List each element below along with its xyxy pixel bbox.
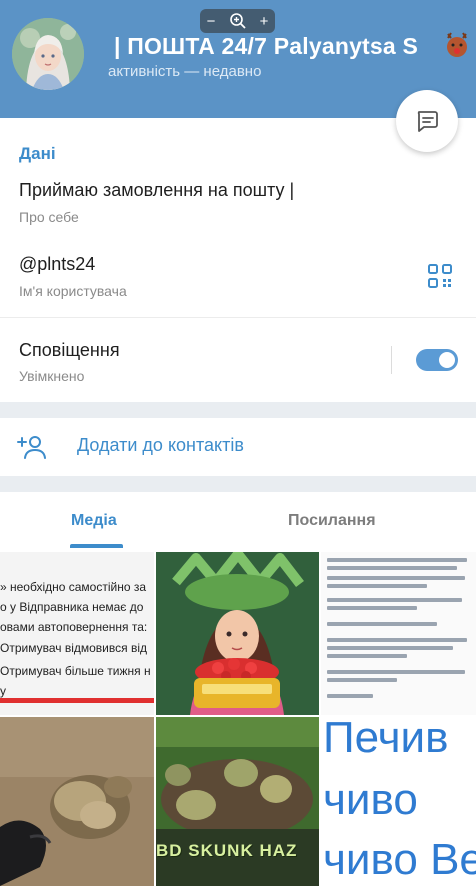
- add-contact-row[interactable]: Додати до контактів: [0, 418, 476, 476]
- document-text-line: [327, 606, 417, 610]
- section-title: Дані: [19, 144, 56, 163]
- zoom-in-button[interactable]: +: [260, 13, 269, 30]
- thumbnail-red-bar: [0, 698, 154, 703]
- document-text-line: [327, 598, 462, 602]
- illustration-image: [156, 552, 319, 715]
- toggle-separator: [391, 346, 392, 374]
- document-text-line: [327, 654, 407, 658]
- reindeer-emoji-icon: [447, 32, 467, 57]
- username-label: Ім'я користувача: [19, 283, 127, 299]
- zoom-icon[interactable]: [229, 12, 247, 30]
- message-button[interactable]: [396, 90, 458, 152]
- zoom-out-button[interactable]: −: [207, 13, 216, 30]
- info-section: Дані Приймаю замовлення на пошту | Про с…: [0, 118, 476, 402]
- photo-image: [0, 717, 154, 886]
- media-thumbnail-text-large[interactable]: Печив чиво чиво Ве: [321, 717, 476, 886]
- thumbnail-text-line: о у Відправника немає до: [0, 600, 144, 614]
- media-thumbnail-illustration[interactable]: [156, 552, 319, 715]
- document-text-line: [327, 694, 373, 698]
- tab-links[interactable]: Посилання: [288, 512, 376, 530]
- thumbnail-text-line: чиво Ве: [323, 835, 476, 884]
- add-user-icon: [17, 436, 46, 459]
- thumbnail-text-line: овами автоповернення та:: [0, 620, 148, 634]
- toggle-knob: [437, 350, 457, 370]
- last-seen-status: активність — недавно: [108, 63, 262, 80]
- active-tab-indicator: [70, 544, 123, 548]
- document-text-line: [327, 584, 427, 588]
- document-text-line: [327, 622, 437, 626]
- notifications-state: Увімкнено: [19, 368, 85, 384]
- document-text-line: [327, 678, 397, 682]
- qr-code-icon[interactable]: [428, 264, 452, 288]
- add-contact-label: Додати до контактів: [77, 435, 244, 455]
- notifications-toggle[interactable]: [416, 349, 458, 371]
- media-thumbnail-text-screenshot[interactable]: » необхідно самостійно за о у Відправник…: [0, 552, 154, 715]
- document-text-line: [327, 576, 465, 580]
- thumbnail-text-line: Печив: [323, 717, 449, 762]
- thumbnail-text-line: у: [0, 684, 6, 698]
- document-text-line: [327, 670, 465, 674]
- media-thumbnail-photo-glove[interactable]: [0, 717, 154, 886]
- bio-label: Про себе: [19, 209, 79, 225]
- zoom-controls: − +: [200, 9, 275, 33]
- thumbnail-overlay-text: BD SKUNK HAZ: [156, 841, 298, 860]
- username-value[interactable]: @plnts24: [19, 254, 95, 275]
- document-text-line: [327, 638, 467, 642]
- document-text-line: [327, 558, 467, 562]
- media-thumbnail-document[interactable]: [321, 552, 476, 715]
- thumbnail-text-line: » необхідно самостійно за: [0, 580, 147, 594]
- thumbnail-text-line: Отримувач відмовився від: [0, 641, 147, 655]
- divider: [0, 317, 476, 318]
- document-text-line: [327, 566, 457, 570]
- message-icon: [417, 111, 438, 132]
- thumbnail-text-line: чиво: [323, 775, 418, 824]
- document-text-line: [327, 646, 453, 650]
- tab-media[interactable]: Медіа: [71, 512, 117, 530]
- thumbnail-text-line: Отримувач більше тижня н: [0, 664, 151, 678]
- bio-value[interactable]: Приймаю замовлення на пошту |: [19, 180, 294, 201]
- profile-avatar[interactable]: [12, 18, 84, 90]
- avatar-image: [12, 18, 84, 90]
- profile-title: | ПОШТА 24/7 Palyanytsa S: [114, 33, 419, 59]
- media-thumbnail-photo-buds[interactable]: BD SKUNK HAZ: [156, 717, 319, 886]
- notifications-title[interactable]: Сповіщення: [19, 340, 120, 361]
